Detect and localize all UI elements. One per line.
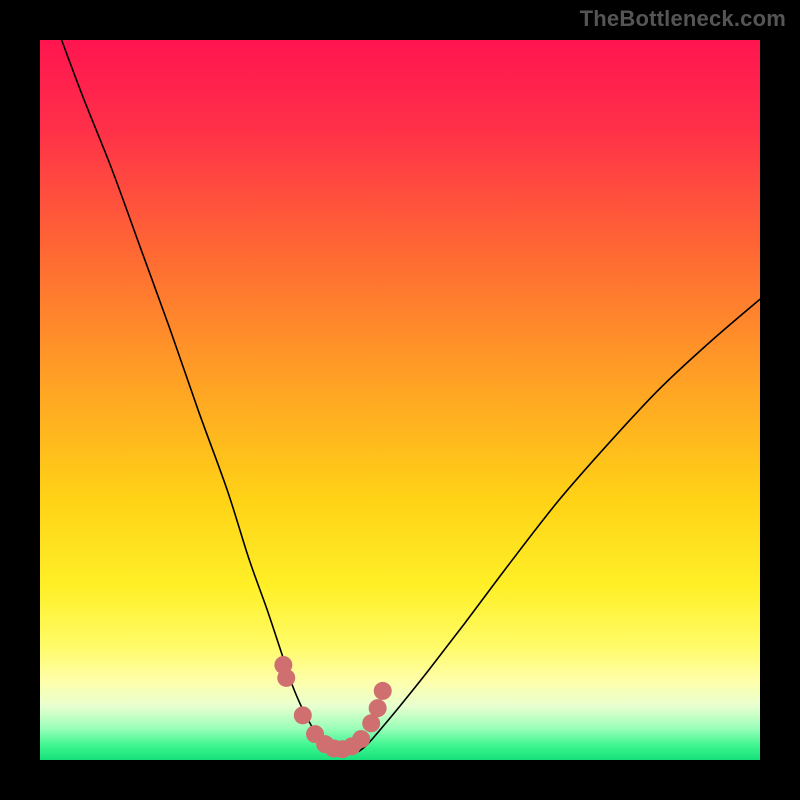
series-lines [62, 40, 760, 751]
data-dot [369, 699, 387, 717]
series-dots [274, 656, 391, 758]
data-dot [374, 682, 392, 700]
watermark-text: TheBottleneck.com [580, 6, 786, 32]
data-dot [277, 669, 295, 687]
chart-svg [40, 40, 760, 760]
plot-area [40, 40, 760, 760]
data-dot [352, 730, 370, 748]
chart-frame: TheBottleneck.com [0, 0, 800, 800]
curve-right-curve [359, 299, 760, 751]
curve-left-curve [62, 40, 326, 751]
data-dot [294, 706, 312, 724]
